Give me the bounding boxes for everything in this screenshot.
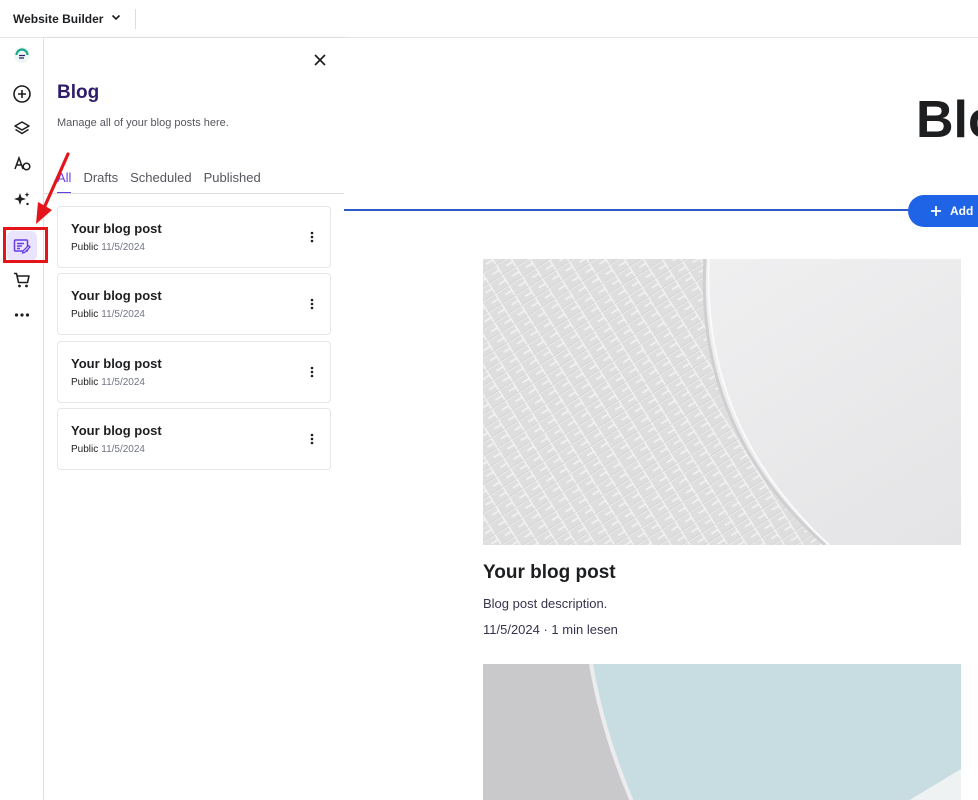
kebab-icon xyxy=(310,231,314,243)
kebab-icon xyxy=(310,298,314,310)
post-meta: Public 11/5/2024 xyxy=(71,444,145,455)
tab-published[interactable]: Published xyxy=(204,170,261,194)
post-title: Your blog post xyxy=(71,288,162,303)
post-title: Your blog post xyxy=(71,221,162,236)
tab-drafts[interactable]: Drafts xyxy=(83,170,118,194)
add-section-button[interactable]: Add xyxy=(908,195,978,227)
add-element-icon[interactable] xyxy=(7,79,37,109)
topbar-divider xyxy=(135,8,137,29)
post-date: 11/5/2024 xyxy=(101,444,145,455)
chevron-down-icon xyxy=(110,10,122,28)
add-section-label: Add xyxy=(950,204,974,218)
layers-icon[interactable] xyxy=(7,114,37,144)
post-title: Your blog post xyxy=(71,356,162,371)
post-meta: Public 11/5/2024 xyxy=(71,377,145,388)
section-divider xyxy=(344,209,978,211)
app-switcher[interactable]: Website Builder xyxy=(0,0,122,37)
post-card[interactable]: Your blog post Public 11/5/2024 xyxy=(57,206,331,268)
post-date: 11/5/2024 xyxy=(101,377,145,388)
post-card[interactable]: Your blog post Public 11/5/2024 xyxy=(57,273,331,335)
post-meta: Public 11/5/2024 xyxy=(71,309,145,320)
article-meta: 11/5/2024 · 1 min lesen xyxy=(483,622,618,637)
post-status: Public xyxy=(71,242,99,253)
more-icon[interactable] xyxy=(7,300,37,330)
article-title[interactable]: Your blog post xyxy=(483,562,616,584)
post-menu-button[interactable] xyxy=(304,227,320,247)
kebab-icon xyxy=(310,433,314,445)
post-menu-button[interactable] xyxy=(304,362,320,382)
article-image[interactable] xyxy=(483,259,961,545)
top-bar: Website Builder xyxy=(0,0,978,38)
page-heading[interactable]: Blo xyxy=(916,90,978,150)
highlight-box xyxy=(3,227,48,263)
post-status: Public xyxy=(71,377,99,388)
blog-tabs: All Drafts Scheduled Published xyxy=(57,170,344,194)
post-menu-button[interactable] xyxy=(304,294,320,314)
store-icon[interactable] xyxy=(7,265,37,295)
logo-icon[interactable] xyxy=(7,40,37,70)
app-title: Website Builder xyxy=(13,11,104,26)
post-status: Public xyxy=(71,309,99,320)
close-panel-button[interactable] xyxy=(310,50,330,70)
tab-scheduled[interactable]: Scheduled xyxy=(130,170,191,194)
kebab-icon xyxy=(310,366,314,378)
close-icon xyxy=(314,54,326,66)
post-status: Public xyxy=(71,444,99,455)
annotation-arrow xyxy=(36,152,70,224)
article-image-2[interactable] xyxy=(483,664,961,800)
tabs-divider xyxy=(44,193,344,194)
post-date: 11/5/2024 xyxy=(101,242,145,253)
post-card[interactable]: Your blog post Public 11/5/2024 xyxy=(57,341,331,403)
article-description[interactable]: Blog post description. xyxy=(483,596,607,611)
post-date: 11/5/2024 xyxy=(101,309,145,320)
panel-title: Blog xyxy=(57,82,100,103)
post-meta: Public 11/5/2024 xyxy=(71,242,145,253)
post-menu-button[interactable] xyxy=(304,429,320,449)
blog-panel: Blog Manage all of your blog posts here.… xyxy=(44,38,344,800)
post-card[interactable]: Your blog post Public 11/5/2024 xyxy=(57,408,331,470)
panel-subtitle: Manage all of your blog posts here. xyxy=(57,117,229,129)
editor-canvas[interactable]: Blo Add Your blog post Blog xyxy=(344,38,978,800)
post-title: Your blog post xyxy=(71,423,162,438)
plus-icon xyxy=(931,206,941,216)
